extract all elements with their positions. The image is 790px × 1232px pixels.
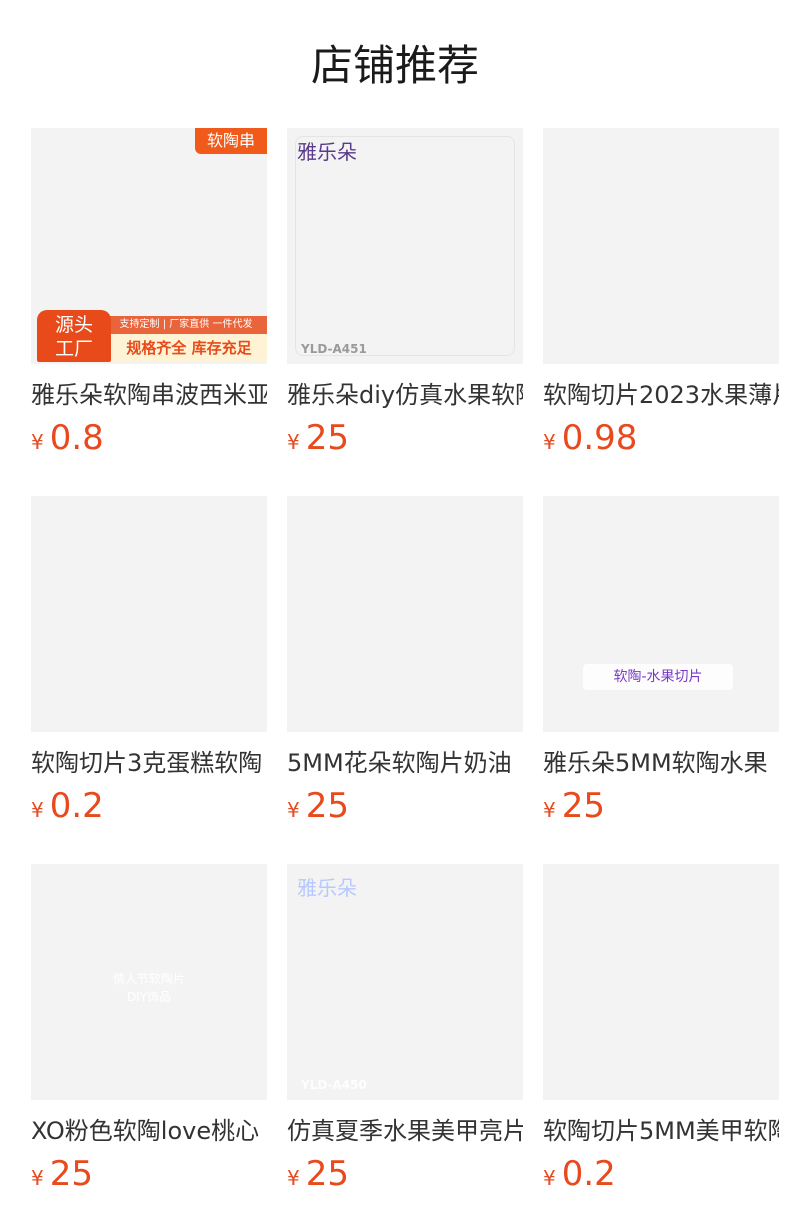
currency-symbol: ¥ — [543, 798, 556, 822]
price-value: 0.2 — [49, 786, 104, 826]
product-name[interactable]: 雅乐朵diy仿真水果软陶 — [287, 378, 523, 412]
product-image[interactable]: 软陶-水果切片 — [543, 496, 779, 732]
product-card[interactable]: 软陶串 支持定制 | 厂家直供 一件代发 源头 工厂 规格齐全 库存充足 雅乐朵软… — [31, 128, 267, 468]
price-value: 25 — [561, 786, 605, 826]
product-name[interactable]: XO粉色软陶love桃心 — [31, 1114, 267, 1148]
product-image[interactable] — [543, 864, 779, 1100]
product-name[interactable]: 软陶切片2023水果薄片 — [543, 378, 779, 412]
product-price: ¥25 — [543, 786, 779, 826]
product-name[interactable]: 5MM花朵软陶片奶油 — [287, 746, 523, 780]
product-grid: 软陶串 支持定制 | 厂家直供 一件代发 源头 工厂 规格齐全 库存充足 雅乐朵软… — [0, 128, 790, 1228]
price-value: 25 — [49, 1154, 93, 1194]
product-price: ¥25 — [31, 1154, 267, 1194]
product-card[interactable]: 雅乐朵 YLD-A451 雅乐朵diy仿真水果软陶 ¥25 — [287, 128, 523, 468]
currency-symbol: ¥ — [287, 1166, 300, 1190]
currency-symbol: ¥ — [287, 430, 300, 454]
product-image[interactable]: 软陶串 支持定制 | 厂家直供 一件代发 源头 工厂 规格齐全 库存充足 — [31, 128, 267, 364]
product-price: ¥25 — [287, 418, 523, 458]
product-name[interactable]: 软陶切片3克蛋糕软陶 — [31, 746, 267, 780]
product-image[interactable] — [543, 128, 779, 364]
product-name[interactable]: 软陶切片5MM美甲软陶 — [543, 1114, 779, 1148]
product-card[interactable]: 软陶-水果切片 雅乐朵5MM软陶水果 ¥25 — [543, 496, 779, 836]
product-image[interactable] — [287, 496, 523, 732]
currency-symbol: ¥ — [31, 1166, 44, 1190]
product-image[interactable]: 情人节软陶片 DIY饰品 — [31, 864, 267, 1100]
heart-caption-line: 情人节软陶片 — [112, 972, 185, 986]
product-card[interactable]: 软陶切片3克蛋糕软陶 ¥0.2 — [31, 496, 267, 836]
price-value: 25 — [305, 1154, 349, 1194]
product-price: ¥25 — [287, 786, 523, 826]
page-title: 店铺推荐 — [310, 41, 479, 90]
brand-watermark: 雅乐朵 — [297, 876, 357, 900]
currency-symbol: ¥ — [543, 1166, 556, 1190]
product-price: ¥0.2 — [31, 786, 267, 826]
product-name[interactable]: 仿真夏季水果美甲亮片 — [287, 1114, 523, 1148]
currency-symbol: ¥ — [31, 430, 44, 454]
product-price: ¥0.8 — [31, 418, 267, 458]
product-card[interactable]: 情人节软陶片 DIY饰品 XO粉色软陶love桃心 ¥25 — [31, 864, 267, 1204]
price-value: 25 — [305, 418, 349, 458]
stock-strip: 规格齐全 库存充足 — [111, 334, 267, 362]
product-name[interactable]: 雅乐朵软陶串波西米亚 — [31, 378, 267, 412]
product-price: ¥0.98 — [543, 418, 779, 458]
currency-symbol: ¥ — [543, 430, 556, 454]
product-card[interactable]: 雅乐朵 YLD-A450 仿真夏季水果美甲亮片 ¥25 — [287, 864, 523, 1204]
product-image[interactable]: 雅乐朵 YLD-A450 — [287, 864, 523, 1100]
product-name[interactable]: 雅乐朵5MM软陶水果 — [543, 746, 779, 780]
currency-symbol: ¥ — [287, 798, 300, 822]
product-image[interactable] — [31, 496, 267, 732]
category-tag: 软陶串 — [194, 128, 267, 154]
factory-badge: 源头 工厂 — [37, 310, 111, 362]
price-value: 0.8 — [49, 418, 104, 458]
product-code: YLD-A451 — [301, 342, 367, 356]
price-value: 0.2 — [561, 1154, 616, 1194]
price-value: 25 — [305, 786, 349, 826]
price-value: 0.98 — [561, 418, 638, 458]
heart-caption-line: DIY饰品 — [126, 990, 172, 1004]
currency-symbol: ¥ — [31, 798, 44, 822]
image-frame — [295, 136, 515, 356]
product-code: YLD-A450 — [301, 1078, 367, 1092]
product-image[interactable]: 雅乐朵 YLD-A451 — [287, 128, 523, 364]
product-card[interactable]: 软陶切片2023水果薄片 ¥0.98 — [543, 128, 779, 468]
product-price: ¥0.2 — [543, 1154, 779, 1194]
product-price: ¥25 — [287, 1154, 523, 1194]
brand-watermark: 雅乐朵 — [297, 140, 357, 164]
product-card[interactable]: 5MM花朵软陶片奶油 ¥25 — [287, 496, 523, 836]
image-banner: 软陶-水果切片 — [583, 664, 733, 690]
promo-strip: 支持定制 | 厂家直供 一件代发 — [105, 316, 267, 334]
product-card[interactable]: 软陶切片5MM美甲软陶 ¥0.2 — [543, 864, 779, 1204]
heart-caption: 情人节软陶片 DIY饰品 — [99, 970, 199, 1006]
